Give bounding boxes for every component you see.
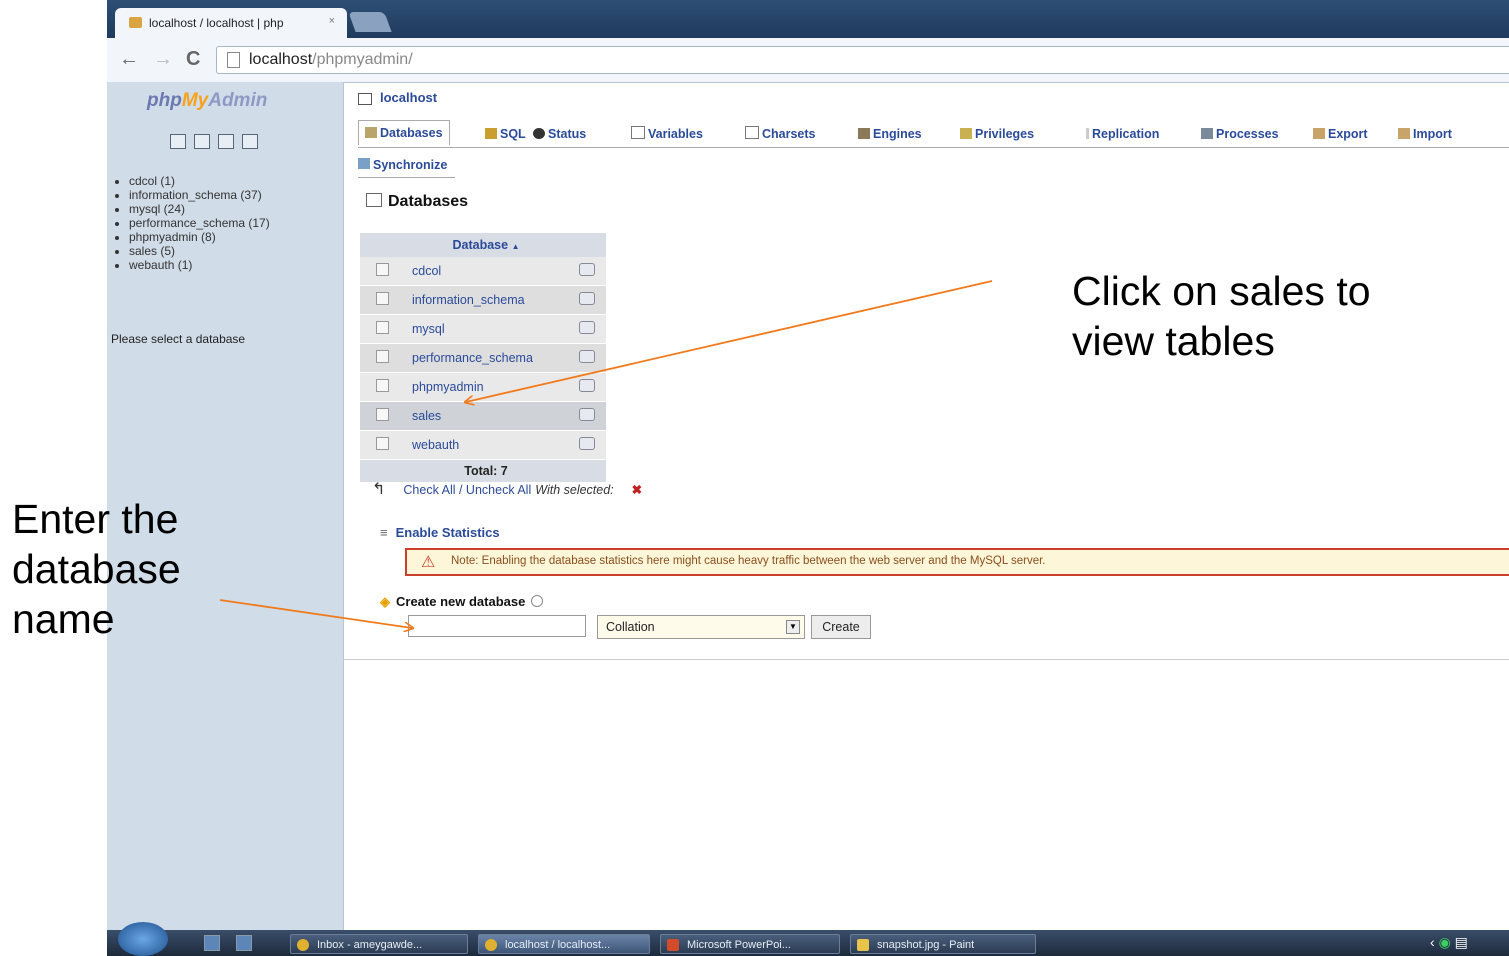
tray-expand-icon[interactable]: ‹ bbox=[1430, 934, 1435, 950]
taskbar-item-label: localhost / localhost... bbox=[505, 939, 611, 951]
annotation-arrow-input bbox=[219, 599, 412, 628]
taskbar-item-paint[interactable]: snapshot.jpg - Paint bbox=[850, 934, 1036, 954]
annotation-arrow-sales bbox=[466, 280, 993, 402]
annotation-line: database bbox=[12, 546, 181, 592]
network-icon[interactable]: ◉ bbox=[1439, 934, 1451, 950]
taskbar-item-label: Inbox - ameygawde... bbox=[317, 939, 423, 951]
annotation-line: Click on sales to bbox=[1072, 268, 1371, 314]
annotation-click-sales: Click on sales to view tables bbox=[1072, 266, 1371, 366]
chrome-icon bbox=[485, 939, 497, 951]
taskbar-item-label: snapshot.jpg - Paint bbox=[877, 939, 975, 951]
annotation-line: view tables bbox=[1072, 318, 1275, 364]
annotation-line: name bbox=[12, 596, 115, 642]
taskbar-item-label: Microsoft PowerPoi... bbox=[687, 939, 791, 951]
taskbar-item-inbox[interactable]: Inbox - ameygawde... bbox=[290, 934, 468, 954]
paint-icon bbox=[857, 939, 869, 951]
powerpoint-icon bbox=[667, 939, 679, 951]
taskbar-item-localhost[interactable]: localhost / localhost... bbox=[478, 934, 650, 954]
system-tray: ‹ ◉ ▤ bbox=[1430, 934, 1468, 951]
switch-windows-icon[interactable] bbox=[236, 935, 252, 951]
chrome-icon bbox=[297, 939, 309, 951]
annotation-line: Enter the bbox=[12, 496, 179, 542]
taskbar-item-powerpoint[interactable]: Microsoft PowerPoi... bbox=[660, 934, 840, 954]
annotation-arrows bbox=[219, 280, 993, 956]
start-button-icon[interactable] bbox=[118, 922, 168, 956]
show-desktop-icon[interactable] bbox=[204, 935, 220, 951]
volume-icon[interactable]: ▤ bbox=[1455, 934, 1468, 950]
annotation-enter-name: Enter the database name bbox=[12, 494, 181, 644]
